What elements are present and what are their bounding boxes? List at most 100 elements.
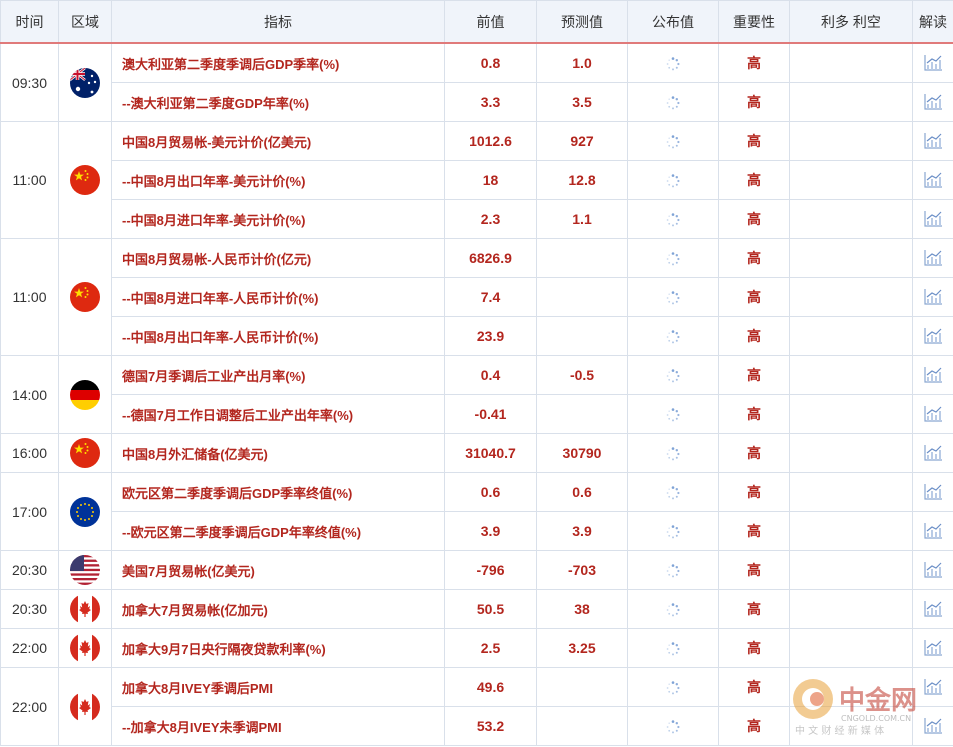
indicator-name[interactable]: --加拿大8月IVEY未季调PMI	[111, 706, 445, 746]
effect-cell	[789, 82, 913, 122]
loading-spinner-icon	[666, 250, 680, 266]
chart-analysis-icon[interactable]	[923, 93, 943, 110]
chart-analysis-icon[interactable]	[923, 639, 943, 656]
table-row: 20:30 加拿大7月贸易帐(亿加元) 50.5 38 高	[0, 589, 953, 629]
analysis-cell[interactable]	[912, 238, 953, 278]
actual-value	[627, 277, 719, 317]
chart-analysis-icon[interactable]	[923, 561, 943, 578]
analysis-cell[interactable]	[912, 472, 953, 512]
chart-analysis-icon[interactable]	[923, 210, 943, 227]
analysis-cell[interactable]	[912, 277, 953, 317]
chart-analysis-icon[interactable]	[923, 444, 943, 461]
chart-analysis-icon[interactable]	[923, 522, 943, 539]
previous-value: 6826.9	[444, 238, 537, 278]
analysis-cell[interactable]	[912, 42, 953, 83]
previous-value: 53.2	[444, 706, 537, 746]
header-time: 时间	[0, 0, 59, 44]
chart-analysis-icon[interactable]	[923, 600, 943, 617]
indicator-name[interactable]: 加拿大7月贸易帐(亿加元)	[111, 589, 445, 629]
table-row: --澳大利亚第二季度GDP年率(%) 3.3 3.5 高	[1, 82, 953, 122]
loading-spinner-icon	[666, 55, 680, 71]
watermark-tagline: 中 文 财 经 新 媒 体	[795, 724, 884, 737]
chart-analysis-icon[interactable]	[923, 483, 943, 500]
importance-value: 高	[718, 511, 790, 551]
indicator-name[interactable]: 中国8月外汇储备(亿美元)	[111, 433, 445, 473]
forecast-value	[536, 238, 628, 278]
chart-analysis-icon[interactable]	[923, 171, 943, 188]
analysis-cell[interactable]	[912, 589, 953, 629]
header-region: 区域	[58, 0, 112, 44]
forecast-value	[536, 706, 628, 746]
indicator-name[interactable]: --欧元区第二季度季调后GDP年率终值(%)	[111, 511, 445, 551]
loading-spinner-icon	[666, 133, 680, 149]
germany-flag-icon	[70, 379, 100, 410]
indicator-name[interactable]: 加拿大9月7日央行隔夜贷款利率(%)	[111, 628, 445, 668]
analysis-cell[interactable]	[912, 160, 953, 200]
indicator-name[interactable]: --澳大利亚第二季度GDP年率(%)	[111, 82, 445, 122]
region-cell	[58, 433, 112, 473]
chart-analysis-icon[interactable]	[923, 366, 943, 383]
chart-analysis-icon[interactable]	[923, 132, 943, 149]
china-flag-icon	[70, 165, 100, 195]
indicator-name[interactable]: 美国7月贸易帐(亿美元)	[111, 550, 445, 590]
analysis-cell[interactable]	[912, 628, 953, 668]
chart-analysis-icon[interactable]	[923, 54, 943, 71]
indicator-name[interactable]: --中国8月出口年率-人民币计价(%)	[111, 316, 445, 356]
header-actual: 公布值	[627, 0, 719, 44]
chart-analysis-icon[interactable]	[923, 249, 943, 266]
region-cell	[58, 121, 112, 239]
table-row: --中国8月出口年率-人民币计价(%) 23.9 高	[1, 316, 953, 356]
effect-cell	[789, 316, 913, 356]
actual-value	[627, 472, 719, 512]
event-time: 14:00	[0, 355, 59, 434]
analysis-cell[interactable]	[912, 316, 953, 356]
indicator-name[interactable]: --中国8月进口年率-美元计价(%)	[111, 199, 445, 239]
previous-value: -796	[444, 550, 537, 590]
event-time: 20:30	[0, 589, 59, 629]
table-row: 09:30 澳大利亚第二季度季调后GDP季率(%) 0.8 1.0 高	[0, 42, 953, 122]
analysis-cell[interactable]	[912, 355, 953, 395]
actual-value	[627, 667, 719, 707]
previous-value: -0.41	[444, 394, 537, 434]
loading-spinner-icon	[666, 562, 680, 578]
indicator-name[interactable]: 中国8月贸易帐-美元计价(亿美元)	[111, 121, 445, 161]
loading-spinner-icon	[666, 289, 680, 305]
event-time: 11:00	[0, 238, 59, 356]
effect-cell	[789, 42, 913, 83]
analysis-cell[interactable]	[912, 199, 953, 239]
loading-spinner-icon	[666, 328, 680, 344]
region-cell	[58, 550, 112, 590]
analysis-cell[interactable]	[912, 121, 953, 161]
analysis-cell[interactable]	[912, 511, 953, 551]
importance-value: 高	[718, 628, 790, 668]
indicator-name[interactable]: 德国7月季调后工业产出月率(%)	[111, 355, 445, 395]
indicator-name[interactable]: --中国8月进口年率-人民币计价(%)	[111, 277, 445, 317]
chart-analysis-icon[interactable]	[923, 327, 943, 344]
china-flag-icon	[70, 282, 100, 312]
canada-flag-icon	[70, 691, 100, 722]
effect-cell	[789, 355, 913, 395]
table-row: --中国8月进口年率-美元计价(%) 2.3 1.1 高	[1, 199, 953, 239]
loading-spinner-icon	[666, 640, 680, 656]
importance-value: 高	[718, 394, 790, 434]
analysis-cell[interactable]	[912, 82, 953, 122]
header-analysis: 解读	[912, 0, 953, 44]
indicator-name[interactable]: 欧元区第二季度季调后GDP季率终值(%)	[111, 472, 445, 512]
indicator-name[interactable]: 澳大利亚第二季度季调后GDP季率(%)	[111, 42, 445, 83]
indicator-name[interactable]: 加拿大8月IVEY季调后PMI	[111, 667, 445, 707]
analysis-cell[interactable]	[912, 394, 953, 434]
forecast-value: 38	[536, 589, 628, 629]
importance-value: 高	[718, 706, 790, 746]
indicator-name[interactable]: 中国8月贸易帐-人民币计价(亿元)	[111, 238, 445, 278]
table-row: --中国8月出口年率-美元计价(%) 18 12.8 高	[1, 160, 953, 200]
chart-analysis-icon[interactable]	[923, 405, 943, 422]
loading-spinner-icon	[666, 172, 680, 188]
analysis-cell[interactable]	[912, 550, 953, 590]
chart-analysis-icon[interactable]	[923, 288, 943, 305]
cngold-watermark-logo: 中金网 CNGOLD.COM.CN 中 文 财 经 新 媒 体	[793, 679, 917, 737]
analysis-cell[interactable]	[912, 433, 953, 473]
indicator-name[interactable]: --中国8月出口年率-美元计价(%)	[111, 160, 445, 200]
indicator-name[interactable]: --德国7月工作日调整后工业产出年率(%)	[111, 394, 445, 434]
event-time: 16:00	[0, 433, 59, 473]
table-row: --德国7月工作日调整后工业产出年率(%) -0.41 高	[1, 394, 953, 434]
